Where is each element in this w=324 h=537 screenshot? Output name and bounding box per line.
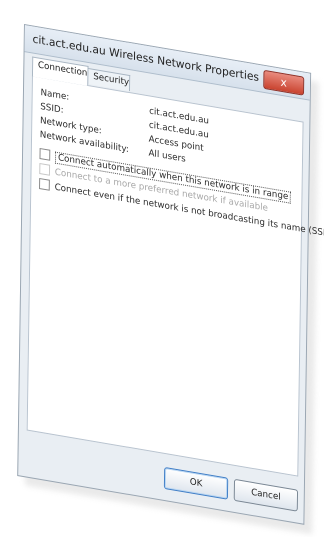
close-icon: x	[280, 76, 287, 90]
checkbox-box	[39, 178, 50, 191]
close-button[interactable]: x	[263, 70, 304, 96]
ok-button[interactable]: OK	[164, 467, 228, 500]
checkbox-box	[39, 148, 50, 161]
name-label: Name:	[40, 88, 69, 103]
checkbox-box	[39, 163, 50, 176]
cancel-button[interactable]: Cancel	[234, 479, 298, 512]
network-availability-value: All users	[148, 148, 185, 164]
ssid-label: SSID:	[40, 102, 63, 116]
dialog-frame: cit.act.edu.au Wireless Network Properti…	[17, 24, 311, 525]
connection-tab-panel: Name: cit.act.edu.au SSID: cit.act.edu.a…	[27, 75, 304, 476]
wireless-properties-dialog: cit.act.edu.au Wireless Network Properti…	[17, 24, 315, 526]
